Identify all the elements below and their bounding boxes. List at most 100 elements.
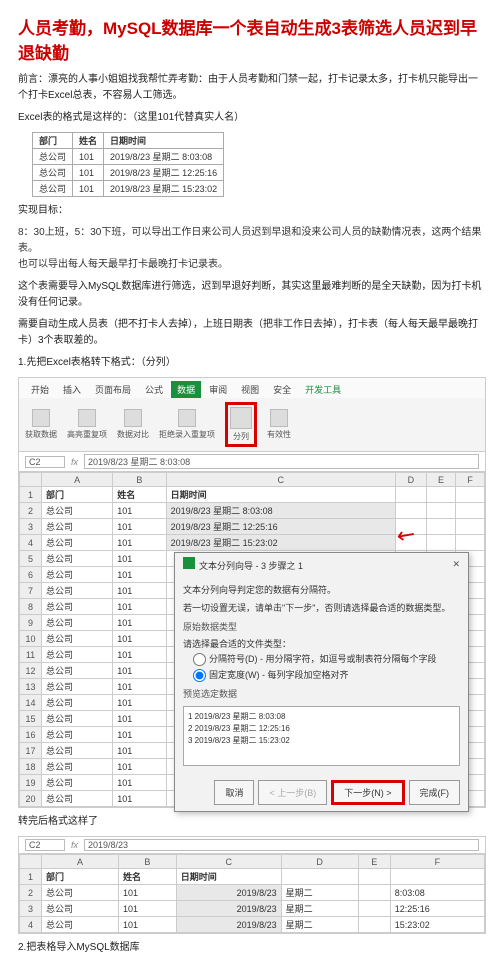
rownum[interactable]: 2	[20, 885, 42, 901]
cell[interactable]: 101	[119, 917, 177, 933]
cell[interactable]: 日期时间	[176, 869, 281, 885]
cell[interactable]: 星期二	[281, 901, 358, 917]
cell[interactable]	[396, 503, 427, 519]
cell[interactable]: 总公司	[42, 663, 113, 679]
cell[interactable]: 总公司	[42, 519, 113, 535]
cell[interactable]: 总公司	[42, 743, 113, 759]
cell[interactable]: 101	[113, 567, 166, 583]
cell[interactable]: 总公司	[42, 567, 113, 583]
rownum[interactable]: 8	[20, 599, 42, 615]
ribbon-group[interactable]: 获取数据	[25, 409, 57, 440]
tab-security[interactable]: 安全	[267, 381, 297, 398]
cell[interactable]: 总公司	[42, 727, 113, 743]
cell[interactable]: 101	[113, 615, 166, 631]
colhdr-f[interactable]: F	[390, 855, 484, 869]
tab-layout[interactable]: 页面布局	[89, 381, 137, 398]
rownum[interactable]: 13	[20, 679, 42, 695]
tab-review[interactable]: 审阅	[203, 381, 233, 398]
cell[interactable]: 101	[113, 535, 166, 551]
cell[interactable]	[426, 503, 456, 519]
rownum[interactable]: 3	[20, 901, 42, 917]
rownum[interactable]: 10	[20, 631, 42, 647]
cell[interactable]: 101	[113, 759, 166, 775]
colhdr-e[interactable]: E	[358, 855, 390, 869]
rownum[interactable]: 18	[20, 759, 42, 775]
cell-ref[interactable]: C2	[25, 839, 65, 851]
cell[interactable]	[456, 487, 485, 503]
cell[interactable]: 101	[119, 901, 177, 917]
cell[interactable]: 总公司	[42, 679, 113, 695]
cell[interactable]: 总公司	[42, 583, 113, 599]
cell[interactable]: 姓名	[119, 869, 177, 885]
cancel-button[interactable]: 取消	[214, 780, 254, 805]
cell[interactable]: 15:23:02	[390, 917, 484, 933]
rownum[interactable]: 12	[20, 663, 42, 679]
cell[interactable]: 101	[113, 663, 166, 679]
cell[interactable]: 星期二	[281, 917, 358, 933]
cell[interactable]: 101	[113, 743, 166, 759]
rownum[interactable]: 7	[20, 583, 42, 599]
ribbon-group-split-column[interactable]: 分列	[225, 402, 257, 447]
formula-value[interactable]: 2019/8/23 星期二 8:03:08	[84, 454, 479, 469]
rownum[interactable]: 4	[20, 917, 42, 933]
fx-icon[interactable]: fx	[71, 457, 78, 467]
cell[interactable]	[426, 535, 456, 551]
rownum[interactable]: 4	[20, 535, 42, 551]
rownum[interactable]: 11	[20, 647, 42, 663]
cell[interactable]: 101	[113, 599, 166, 615]
cell[interactable]: 2019/8/23	[176, 917, 281, 933]
cell[interactable]: 总公司	[42, 551, 113, 567]
rownum[interactable]: 14	[20, 695, 42, 711]
rownum[interactable]: 1	[20, 869, 42, 885]
colhdr-b[interactable]: B	[113, 473, 166, 487]
next-button[interactable]: 下一步(N) >	[331, 780, 404, 805]
rownum[interactable]: 2	[20, 503, 42, 519]
cell[interactable]: 101	[113, 583, 166, 599]
cell[interactable]	[426, 519, 456, 535]
cell[interactable]: 12:25:16	[390, 901, 484, 917]
formula-value[interactable]: 2019/8/23	[84, 839, 479, 851]
cell[interactable]: 总公司	[42, 791, 113, 807]
ribbon-group[interactable]: 数据对比	[117, 409, 149, 440]
cell[interactable]: 日期时间	[166, 487, 395, 503]
cell[interactable]: 101	[113, 503, 166, 519]
cell[interactable]: 总公司	[42, 503, 113, 519]
cell[interactable]: 101	[113, 727, 166, 743]
corner[interactable]	[20, 473, 42, 487]
finish-button[interactable]: 完成(F)	[409, 780, 461, 805]
rownum[interactable]: 9	[20, 615, 42, 631]
cell[interactable]: 姓名	[113, 487, 166, 503]
cell[interactable]: 101	[113, 631, 166, 647]
cell[interactable]: 总公司	[42, 759, 113, 775]
fx-icon[interactable]: fx	[71, 840, 78, 850]
cell[interactable]	[456, 535, 485, 551]
colhdr-f[interactable]: F	[456, 473, 485, 487]
rownum[interactable]: 17	[20, 743, 42, 759]
cell[interactable]: 星期二	[281, 885, 358, 901]
tab-formula[interactable]: 公式	[139, 381, 169, 398]
cell[interactable]	[456, 503, 485, 519]
cell[interactable]: 总公司	[42, 695, 113, 711]
colhdr-c[interactable]: C	[166, 473, 395, 487]
colhdr-e[interactable]: E	[426, 473, 456, 487]
colhdr-c[interactable]: C	[176, 855, 281, 869]
rownum[interactable]: 6	[20, 567, 42, 583]
cell[interactable]: 总公司	[42, 647, 113, 663]
cell[interactable]: 101	[113, 775, 166, 791]
corner[interactable]	[20, 855, 42, 869]
close-icon[interactable]: ✕	[452, 559, 460, 570]
radio-delimited[interactable]	[193, 653, 206, 666]
rownum[interactable]: 20	[20, 791, 42, 807]
cell[interactable]	[281, 869, 358, 885]
cell[interactable]	[456, 519, 485, 535]
tab-home[interactable]: 开始	[25, 381, 55, 398]
cell[interactable]: 101	[113, 791, 166, 807]
cell[interactable]: 总公司	[42, 535, 113, 551]
cell[interactable]: 101	[113, 695, 166, 711]
cell[interactable]: 101	[113, 519, 166, 535]
colhdr-a[interactable]: A	[42, 473, 113, 487]
cell[interactable]: 总公司	[42, 775, 113, 791]
cell[interactable]: 2019/8/23	[176, 885, 281, 901]
ribbon-group[interactable]: 高亮重复项	[67, 409, 107, 440]
cell[interactable]: 总公司	[42, 631, 113, 647]
